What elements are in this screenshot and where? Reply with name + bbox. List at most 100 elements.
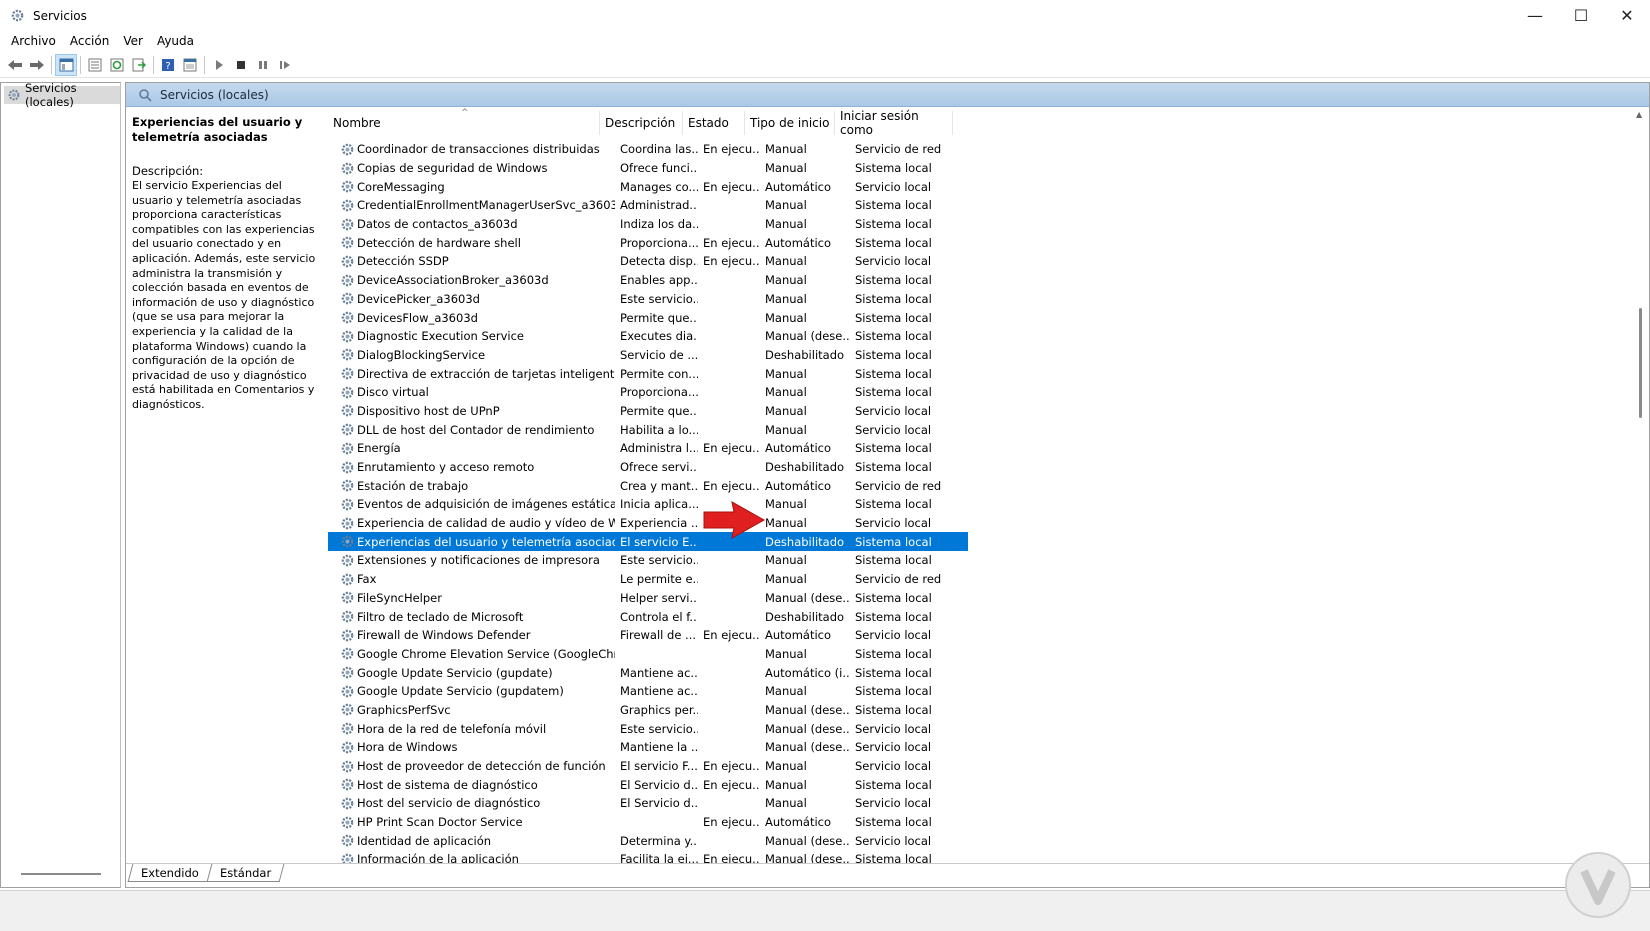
pause-icon[interactable] xyxy=(252,54,274,76)
table-cell: En ejecu... xyxy=(703,628,760,643)
table-row[interactable]: Coordinador de transacciones distribuida… xyxy=(328,140,968,159)
table-row[interactable]: CredentialEnrollmentManagerUserSvc_a3603… xyxy=(328,196,968,215)
table-row[interactable]: DeviceAssociationBroker_a3603d Enables ap… xyxy=(328,271,968,290)
table-row[interactable]: Información de la aplicación Facilita la … xyxy=(328,850,968,863)
table-row[interactable]: Copias de seguridad de Windows Ofrece fun… xyxy=(328,159,968,178)
service-name: DeviceAssociationBroker_a3603d xyxy=(357,273,549,288)
table-row[interactable]: Estación de trabajo Crea y mant... En ejec… xyxy=(328,476,968,495)
table-cell: En ejecu... xyxy=(703,478,760,493)
table-row[interactable]: DialogBlockingService Servicio de ... Desh… xyxy=(328,346,968,365)
column-header-tipo-inicio[interactable]: Tipo de inicio xyxy=(745,111,835,135)
table-row[interactable]: Diagnostic Execution Service Executes dia… xyxy=(328,327,968,346)
table-row[interactable]: Hora de Windows Mantiene la ... Manual (de… xyxy=(328,738,968,757)
service-name: Información de la aplicación xyxy=(357,852,519,863)
menu-ver[interactable]: Ver xyxy=(116,34,150,48)
search-icon xyxy=(138,88,152,102)
table-row[interactable]: HP Print Scan Doctor Service En ejecu... A… xyxy=(328,813,968,832)
table-cell: Controla el f... xyxy=(620,609,698,624)
watermark-logo-icon xyxy=(1565,852,1631,918)
table-cell: Detecta disp... xyxy=(620,254,698,269)
table-row[interactable]: Experiencia de calidad de audio y vídeo … xyxy=(328,514,968,533)
service-name: Identidad de aplicación xyxy=(357,833,492,848)
table-cell: Enables app... xyxy=(620,273,698,288)
table-row[interactable]: Detección de hardware shell Proporciona..… xyxy=(328,233,968,252)
service-name: CoreMessaging xyxy=(357,179,445,194)
table-row[interactable]: GraphicsPerfSvc Graphics per... Manual (de… xyxy=(328,701,968,720)
table-row[interactable]: Host del servicio de diagnóstico El Servi… xyxy=(328,794,968,813)
export-icon[interactable] xyxy=(128,54,150,76)
refresh-icon[interactable] xyxy=(106,54,128,76)
table-row[interactable]: Identidad de aplicación Determina y... Man… xyxy=(328,831,968,850)
details-header: Servicios (locales) xyxy=(126,83,1649,107)
table-cell: Servicio local xyxy=(855,796,932,811)
table-row[interactable]: Google Update Servicio (gupdatem) Mantien… xyxy=(328,682,968,701)
table-row[interactable]: Host de proveedor de detección de funció… xyxy=(328,757,968,776)
table-cell: Fax xyxy=(328,572,615,587)
help-icon[interactable]: ? xyxy=(157,54,179,76)
table-row[interactable]: DevicePicker_a3603d Este servicio... Manua… xyxy=(328,290,968,309)
properties-icon[interactable] xyxy=(84,54,106,76)
table-row[interactable]: Extensiones y notificaciones de impresor… xyxy=(328,551,968,570)
horizontal-scrollbar[interactable] xyxy=(21,873,101,875)
restart-icon[interactable] xyxy=(274,54,296,76)
console-tree-icon[interactable] xyxy=(55,53,77,76)
table-row[interactable]: Filtro de teclado de Microsoft Controla e… xyxy=(328,607,968,626)
table-cell: Sistema local xyxy=(855,198,932,213)
view-icon[interactable] xyxy=(179,54,201,76)
table-row[interactable]: Datos de contactos_a3603d Indiza los da..… xyxy=(328,215,968,234)
table-row[interactable]: Fax Le permite e... Manual Servicio de red xyxy=(328,570,968,589)
vertical-scrollbar[interactable]: ▲ xyxy=(1633,108,1649,863)
table-row[interactable]: Host de sistema de diagnóstico El Servici… xyxy=(328,775,968,794)
scroll-up-icon[interactable]: ▲ xyxy=(1636,110,1642,119)
scrollbar-thumb[interactable] xyxy=(1639,308,1642,418)
table-row[interactable]: DevicesFlow_a3603d Permite que... Manual Si… xyxy=(328,308,968,327)
table-row[interactable]: Firewall de Windows Defender Firewall de … xyxy=(328,626,968,645)
column-header-nombre[interactable]: ^ Nombre xyxy=(328,108,600,135)
table-row[interactable]: CoreMessaging Manages co... En ejecu... Aut… xyxy=(328,177,968,196)
table-row[interactable]: Disco virtual Proporciona... Manual Sistema… xyxy=(328,383,968,402)
table-cell: Servicio local xyxy=(855,759,932,774)
service-name: Diagnostic Execution Service xyxy=(357,329,524,344)
column-header-iniciar-sesion[interactable]: Iniciar sesión como xyxy=(835,109,953,137)
maximize-button[interactable]: ☐ xyxy=(1558,0,1604,31)
table-cell: Proporciona... xyxy=(620,385,698,400)
tree-item-servicios-locales[interactable]: Servicios (locales) xyxy=(4,81,120,109)
table-row[interactable]: Detección SSDP Detecta disp... En ejecu...… xyxy=(328,252,968,271)
table-row[interactable]: FileSyncHelper Helper servi... Manual (des… xyxy=(328,589,968,608)
table-cell: Manual xyxy=(765,759,807,774)
tab-estandar[interactable]: Estándar xyxy=(206,864,285,882)
gear-icon xyxy=(341,180,354,193)
table-row[interactable]: Experiencias del usuario y telemetría as… xyxy=(328,532,968,552)
table-row[interactable]: Enrutamiento y acceso remoto Ofrece servi… xyxy=(328,458,968,477)
table-cell: Sistema local xyxy=(855,161,932,176)
play-icon[interactable] xyxy=(208,54,230,76)
table-cell: Manual xyxy=(765,572,807,587)
menu-ayuda[interactable]: Ayuda xyxy=(150,34,201,48)
table-cell: Google Update Servicio (gupdate) xyxy=(328,665,615,680)
table-cell: Servicio local xyxy=(855,516,932,531)
table-row[interactable]: Dispositivo host de UPnP Permite que... Ma… xyxy=(328,402,968,421)
back-arrow-icon[interactable] xyxy=(4,54,26,76)
table-row[interactable]: Hora de la red de telefonía móvil Este se… xyxy=(328,719,968,738)
minimize-button[interactable]: — xyxy=(1512,0,1558,31)
service-name: DLL de host del Contador de rendimiento xyxy=(357,422,595,437)
table-cell: Manual (dese... xyxy=(765,833,850,848)
table-row[interactable]: Directiva de extracción de tarjetas inte… xyxy=(328,364,968,383)
table-row[interactable]: Eventos de adquisición de imágenes estát… xyxy=(328,495,968,514)
table-row[interactable]: Google Chrome Elevation Service (GoogleC… xyxy=(328,645,968,664)
menu-archivo[interactable]: Archivo xyxy=(4,34,63,48)
forward-arrow-icon[interactable] xyxy=(26,54,48,76)
table-cell: Manual xyxy=(765,497,807,512)
menu-accion[interactable]: Acción xyxy=(63,34,116,48)
table-row[interactable]: DLL de host del Contador de rendimiento H… xyxy=(328,420,968,439)
table-row[interactable]: Google Update Servicio (gupdate) Mantiene… xyxy=(328,663,968,682)
stop-icon[interactable] xyxy=(230,54,252,76)
column-header-descripcion[interactable]: Descripción xyxy=(600,111,683,135)
table-cell: Executes dia... xyxy=(620,329,698,344)
table-cell: CoreMessaging xyxy=(328,179,615,194)
tab-extendido[interactable]: Extendido xyxy=(127,864,213,882)
column-header-estado[interactable]: Estado xyxy=(683,111,745,135)
table-cell: Graphics per... xyxy=(620,702,698,717)
table-row[interactable]: Energía Administra l... En ejecu... Automát… xyxy=(328,439,968,458)
close-button[interactable]: ✕ xyxy=(1604,0,1650,31)
